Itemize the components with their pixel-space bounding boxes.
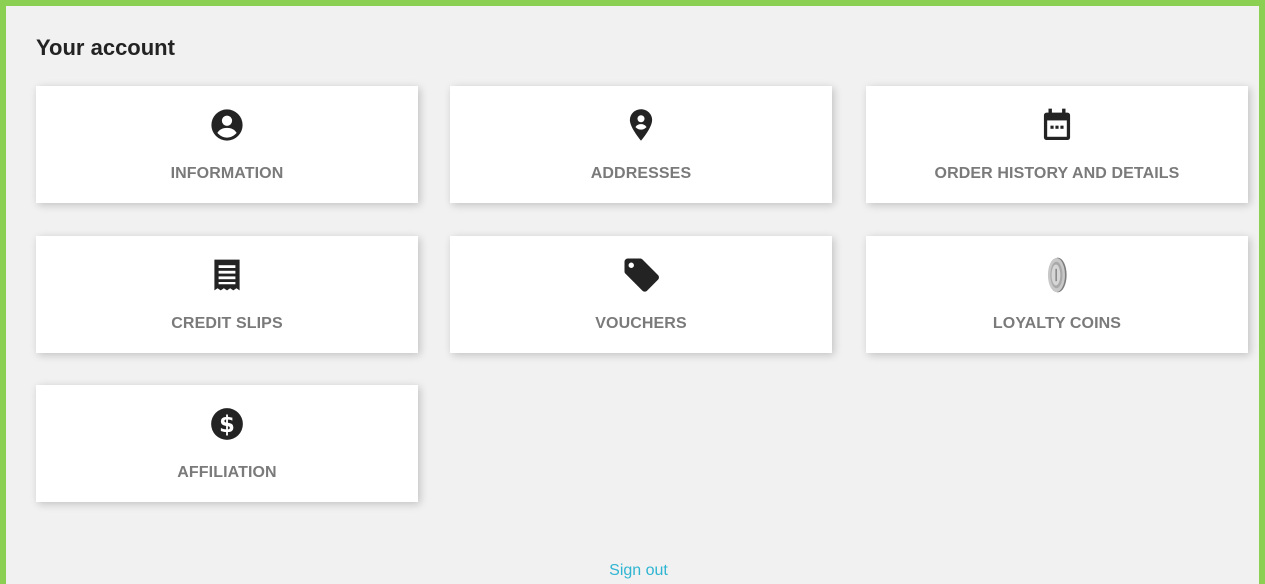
- calendar-icon: [1037, 105, 1077, 145]
- addresses-label: Addresses: [590, 165, 692, 182]
- order-history-label: Order history and details: [934, 165, 1180, 182]
- tag-icon: [621, 255, 661, 295]
- svg-text:$: $: [219, 412, 235, 438]
- credit-slips-label: Credit slips: [171, 315, 283, 332]
- receipt-icon: [207, 255, 247, 295]
- information-label: Information: [170, 165, 284, 182]
- vouchers-tile[interactable]: Vouchers: [450, 236, 832, 353]
- dollar-circle-icon: $: [207, 404, 247, 444]
- account-page: Your account Information Addresses: [0, 0, 1265, 584]
- information-tile[interactable]: Information: [36, 86, 418, 203]
- order-history-tile[interactable]: Order history and details: [866, 86, 1248, 203]
- loyalty-coins-tile[interactable]: Loyalty coins: [866, 236, 1248, 353]
- addresses-tile[interactable]: Addresses: [450, 86, 832, 203]
- loyalty-coins-label: Loyalty coins: [992, 315, 1122, 332]
- sign-out-link[interactable]: Sign out: [6, 562, 1265, 580]
- vouchers-label: Vouchers: [595, 315, 687, 332]
- coin-icon: [1037, 255, 1077, 295]
- affiliation-tile[interactable]: $ Affiliation: [36, 385, 418, 502]
- credit-slips-tile[interactable]: Credit slips: [36, 236, 418, 353]
- location-pin-icon: [621, 105, 661, 145]
- page-title: Your account: [36, 35, 175, 60]
- account-circle-icon: [207, 105, 247, 145]
- affiliation-label: Affiliation: [177, 464, 277, 481]
